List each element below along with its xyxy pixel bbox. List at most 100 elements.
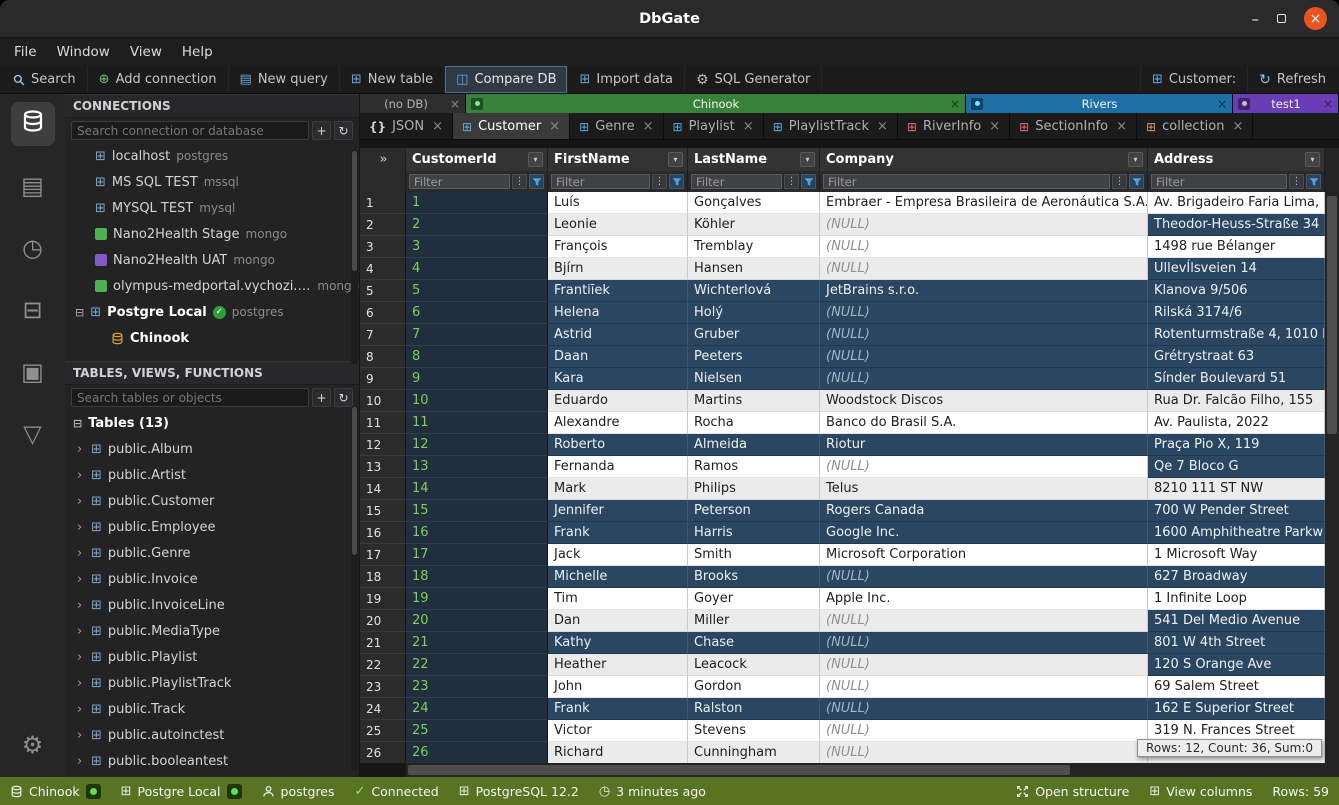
connection-item-localhost[interactable]: ⊞localhostpostgres	[65, 143, 359, 169]
close-tab-icon[interactable]: ×	[450, 97, 460, 111]
table-row[interactable]: 2121KathyChase(NULL)801 W 4th Street	[360, 632, 1325, 654]
close-tab-icon[interactable]: ×	[1116, 119, 1127, 134]
cell-firstname[interactable]: Heather	[548, 654, 688, 676]
table-item-public-playlisttrack[interactable]: ›⊞public.PlaylistTrack	[65, 670, 359, 696]
statusbar-connected[interactable]: ✓Connected	[355, 784, 439, 799]
cell-company[interactable]: (NULL)	[820, 214, 1148, 236]
filter-funnel-icon[interactable]	[529, 174, 544, 189]
cell-lastname[interactable]: Peeters	[688, 346, 820, 368]
cell-lastname[interactable]: Gordon	[688, 676, 820, 698]
table-row[interactable]: 1919TimGoyerApple Inc.1 Infinite Loop	[360, 588, 1325, 610]
tab-collection[interactable]: ⊞collection×	[1137, 113, 1253, 140]
table-row[interactable]: 66HelenaHolý(NULL)Rilská 3174/6	[360, 302, 1325, 324]
add-connection-plus-button[interactable]: +	[312, 121, 331, 140]
table-item-public-employee[interactable]: ›⊞public.Employee	[65, 514, 359, 540]
table-row[interactable]: 2323JohnGordon(NULL)69 Salem Street	[360, 676, 1325, 698]
cell-address[interactable]: Theodor-Heuss-Straße 34	[1148, 214, 1325, 236]
table-row[interactable]: 1010EduardoMartinsWoodstock DiscosRua Dr…	[360, 390, 1325, 412]
cell-customerid[interactable]: 7	[406, 324, 548, 346]
cell-firstname[interactable]: Kathy	[548, 632, 688, 654]
filter-funnel-icon[interactable]	[1129, 174, 1144, 189]
cell-lastname[interactable]: Ralston	[688, 698, 820, 720]
cell-company[interactable]: (NULL)	[820, 566, 1148, 588]
cell-address[interactable]: 1 Infinite Loop	[1148, 588, 1325, 610]
table-item-public-invoice[interactable]: ›⊞public.Invoice	[65, 566, 359, 592]
cell-customerid[interactable]: 19	[406, 588, 548, 610]
minimize-button[interactable]: –	[1252, 10, 1260, 28]
cell-customerid[interactable]: 22	[406, 654, 548, 676]
statusbar-postgres[interactable]: postgres	[262, 784, 335, 799]
cell-firstname[interactable]: Richard	[548, 742, 688, 763]
close-tab-icon[interactable]: ×	[1232, 119, 1243, 134]
cell-address[interactable]: Rilská 3174/6	[1148, 302, 1325, 324]
tab-sectioninfo[interactable]: ⊞SectionInfo×	[1010, 113, 1137, 140]
refresh-tables-button[interactable]: ↻	[334, 388, 353, 407]
cell-lastname[interactable]: Brooks	[688, 566, 820, 588]
cell-address[interactable]: Klanova 9/506	[1148, 280, 1325, 302]
close-tab-icon[interactable]: ×	[432, 119, 443, 134]
filter-input-address[interactable]	[1151, 174, 1287, 189]
filter-funnel-icon[interactable]	[801, 174, 816, 189]
table-row[interactable]: 1515JenniferPetersonRogers Canada700 W P…	[360, 500, 1325, 522]
connection-item-ms-sql-test[interactable]: ⊞MS SQL TESTmssql	[65, 169, 359, 195]
cell-company[interactable]: (NULL)	[820, 324, 1148, 346]
statusbar-postgre-local[interactable]: ⊞Postgre Local	[121, 784, 242, 799]
cell-company[interactable]: Google Inc.	[820, 522, 1148, 544]
cell-firstname[interactable]: Mark	[548, 478, 688, 500]
cell-firstname[interactable]: Jack	[548, 544, 688, 566]
cell-lastname[interactable]: Köhler	[688, 214, 820, 236]
filter-menu-icon[interactable]: ⋮	[1112, 174, 1127, 189]
connection-item-mysql-test[interactable]: ⊞MYSQL TESTmysql	[65, 195, 359, 221]
close-tab-icon[interactable]: ×	[989, 119, 1000, 134]
table-row[interactable]: 44BjírnHansen(NULL)UllevÍlsveien 14	[360, 258, 1325, 280]
statusbar-postgresql-12-2[interactable]: ⊞PostgreSQL 12.2	[459, 784, 579, 799]
statusbar-3-minutes-ago[interactable]: ◷3 minutes ago	[599, 784, 706, 799]
connections-scrollbar[interactable]	[351, 150, 358, 364]
toolbar-refresh-button[interactable]: ↻Refresh	[1247, 66, 1337, 93]
db-tab-rivers[interactable]: Rivers×	[966, 94, 1233, 113]
cell-lastname[interactable]: Almeida	[688, 434, 820, 456]
cell-company[interactable]: Banco do Brasil S.A.	[820, 412, 1148, 434]
add-table-plus-button[interactable]: +	[312, 388, 331, 407]
table-item-public-playlist[interactable]: ›⊞public.Playlist	[65, 644, 359, 670]
toolbar-sql-generator-button[interactable]: ⚙SQL Generator	[685, 66, 822, 93]
cell-company[interactable]: (NULL)	[820, 632, 1148, 654]
cell-company[interactable]: (NULL)	[820, 368, 1148, 390]
menu-view[interactable]: View	[120, 41, 172, 63]
close-tab-icon[interactable]: ×	[549, 119, 560, 134]
cell-address[interactable]: Av. Paulista, 2022	[1148, 412, 1325, 434]
table-row[interactable]: 1212RobertoAlmeidaRioturPraça Pio X, 119	[360, 434, 1325, 456]
cell-customerid[interactable]: 21	[406, 632, 548, 654]
table-item-public-album[interactable]: ›⊞public.Album	[65, 436, 359, 462]
column-dropdown-icon[interactable]: ▾	[668, 152, 683, 167]
cell-customerid[interactable]: 16	[406, 522, 548, 544]
cell-firstname[interactable]: Fernanda	[548, 456, 688, 478]
cell-customerid[interactable]: 10	[406, 390, 548, 412]
cell-company[interactable]: JetBrains s.r.o.	[820, 280, 1148, 302]
table-row[interactable]: 1616FrankHarrisGoogle Inc.1600 Amphithea…	[360, 522, 1325, 544]
cell-customerid[interactable]: 23	[406, 676, 548, 698]
cell-customerid[interactable]: 11	[406, 412, 548, 434]
cell-firstname[interactable]: Bjírn	[548, 258, 688, 280]
cell-lastname[interactable]: Wichterlová	[688, 280, 820, 302]
tab-riverinfo[interactable]: ⊞RiverInfo×	[898, 113, 1010, 140]
rail-database-button[interactable]	[11, 102, 55, 146]
cell-company[interactable]: (NULL)	[820, 698, 1148, 720]
connection-item-chinook[interactable]: Chinook	[65, 325, 359, 351]
filter-input-customerid[interactable]	[409, 174, 510, 189]
tab-playlist[interactable]: ⊞Playlist×	[664, 113, 764, 140]
column-header-company[interactable]: Company▾	[820, 148, 1148, 171]
filter-funnel-icon[interactable]	[1306, 174, 1321, 189]
close-tab-icon[interactable]: ×	[1323, 97, 1333, 111]
close-button[interactable]: ×	[1304, 7, 1327, 30]
table-row[interactable]: 2222HeatherLeacock(NULL)120 S Orange Ave	[360, 654, 1325, 676]
cell-customerid[interactable]: 15	[406, 500, 548, 522]
close-tab-icon[interactable]: ×	[877, 119, 888, 134]
rail-plugins-button[interactable]: ▣	[11, 350, 55, 394]
toolbar-search-button[interactable]: Search	[2, 66, 88, 93]
refresh-connections-button[interactable]: ↻	[334, 121, 353, 140]
cell-customerid[interactable]: 5	[406, 280, 548, 302]
cell-customerid[interactable]: 9	[406, 368, 548, 390]
toolbar-add-connection-button[interactable]: ⊕Add connection	[88, 66, 229, 93]
cell-company[interactable]: Rogers Canada	[820, 500, 1148, 522]
